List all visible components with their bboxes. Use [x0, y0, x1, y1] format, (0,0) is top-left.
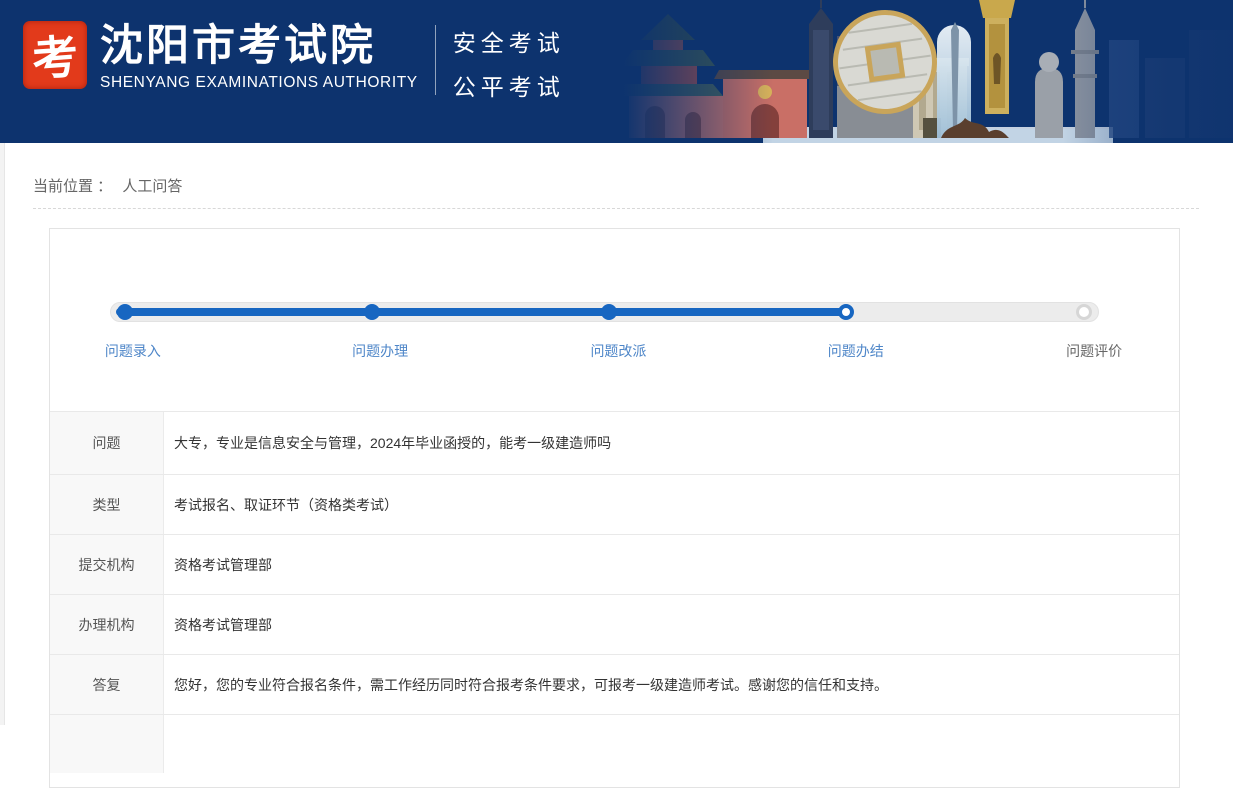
row-label — [50, 715, 164, 773]
breadcrumb-divider — [33, 208, 1199, 209]
site-header: 考 沈阳市考试院 SHENYANG EXAMINATIONS AUTHORITY… — [0, 0, 1233, 143]
table-row-handle-org: 办理机构 资格考试管理部 — [50, 595, 1179, 655]
header-slogan: 安全考试 公平考试 — [453, 21, 565, 109]
row-label: 答复 — [50, 655, 164, 714]
stepper-dot-evaluate — [1076, 304, 1092, 320]
stepper-progress-fill — [116, 308, 846, 316]
header-brand-group: 考 沈阳市考试院 SHENYANG EXAMINATIONS AUTHORITY… — [0, 0, 1233, 109]
breadcrumb: 当前位置 ： 人工问答 — [33, 175, 1233, 196]
stepper-dot-entry — [117, 304, 133, 320]
stepper-dot-reassign — [601, 304, 617, 320]
breadcrumb-current-page: 人工问答 — [122, 178, 182, 195]
qa-detail-table: 问题 大专，专业是信息安全与管理，2024年毕业函授的，能考一级建造师吗 类型 … — [50, 411, 1179, 773]
slogan-line-1: 安全考试 — [453, 21, 565, 65]
row-value: 您好，您的专业符合报名条件，需工作经历同时符合报考条件要求，可报考一级建造师考试… — [164, 655, 1179, 714]
breadcrumb-label: 当前位置 ： — [33, 178, 112, 195]
row-value: 考试报名、取证环节（资格类考试） — [164, 475, 1179, 534]
site-title-block: 沈阳市考试院 SHENYANG EXAMINATIONS AUTHORITY — [100, 21, 418, 92]
site-logo: 考 — [23, 21, 87, 89]
site-title: 沈阳市考试院 — [100, 21, 418, 71]
stepper-track — [110, 302, 1099, 322]
row-value: 大专，专业是信息安全与管理，2024年毕业函授的，能考一级建造师吗 — [164, 412, 1179, 474]
logo-seal-character: 考 — [30, 20, 80, 89]
row-value: 资格考试管理部 — [164, 595, 1179, 654]
stepper-label-closed: 问题办结 — [828, 341, 884, 361]
row-value: 资格考试管理部 — [164, 535, 1179, 594]
slogan-line-2: 公平考试 — [453, 65, 565, 109]
table-row-submit-org: 提交机构 资格考试管理部 — [50, 535, 1179, 595]
stepper-dot-closed — [838, 304, 854, 320]
row-label: 提交机构 — [50, 535, 164, 594]
table-row-partial — [50, 715, 1179, 773]
qa-detail-card: 问题录入 问题办理 问题改派 问题办结 问题评价 问题 大专，专业是信息安全与管… — [49, 228, 1180, 788]
site-subtitle: SHENYANG EXAMINATIONS AUTHORITY — [100, 74, 418, 92]
stepper-label-handling: 问题办理 — [352, 341, 408, 361]
progress-stepper: 问题录入 问题办理 问题改派 问题办结 问题评价 — [50, 229, 1179, 411]
row-label: 办理机构 — [50, 595, 164, 654]
stepper-dot-handling — [364, 304, 380, 320]
stepper-labels: 问题录入 问题办理 问题改派 问题办结 问题评价 — [110, 341, 1099, 361]
row-label: 类型 — [50, 475, 164, 534]
stepper-label-evaluate: 问题评价 — [1066, 341, 1122, 361]
row-label: 问题 — [50, 412, 164, 474]
table-row-type: 类型 考试报名、取证环节（资格类考试） — [50, 475, 1179, 535]
stepper-label-reassign: 问题改派 — [590, 341, 646, 361]
table-row-reply: 答复 您好，您的专业符合报名条件，需工作经历同时符合报考条件要求，可报考一级建造… — [50, 655, 1179, 715]
page-left-edge — [0, 143, 5, 725]
table-row-question: 问题 大专，专业是信息安全与管理，2024年毕业函授的，能考一级建造师吗 — [50, 412, 1179, 475]
stepper-label-entry: 问题录入 — [105, 341, 161, 361]
row-value — [164, 715, 1179, 773]
header-divider — [435, 25, 436, 95]
